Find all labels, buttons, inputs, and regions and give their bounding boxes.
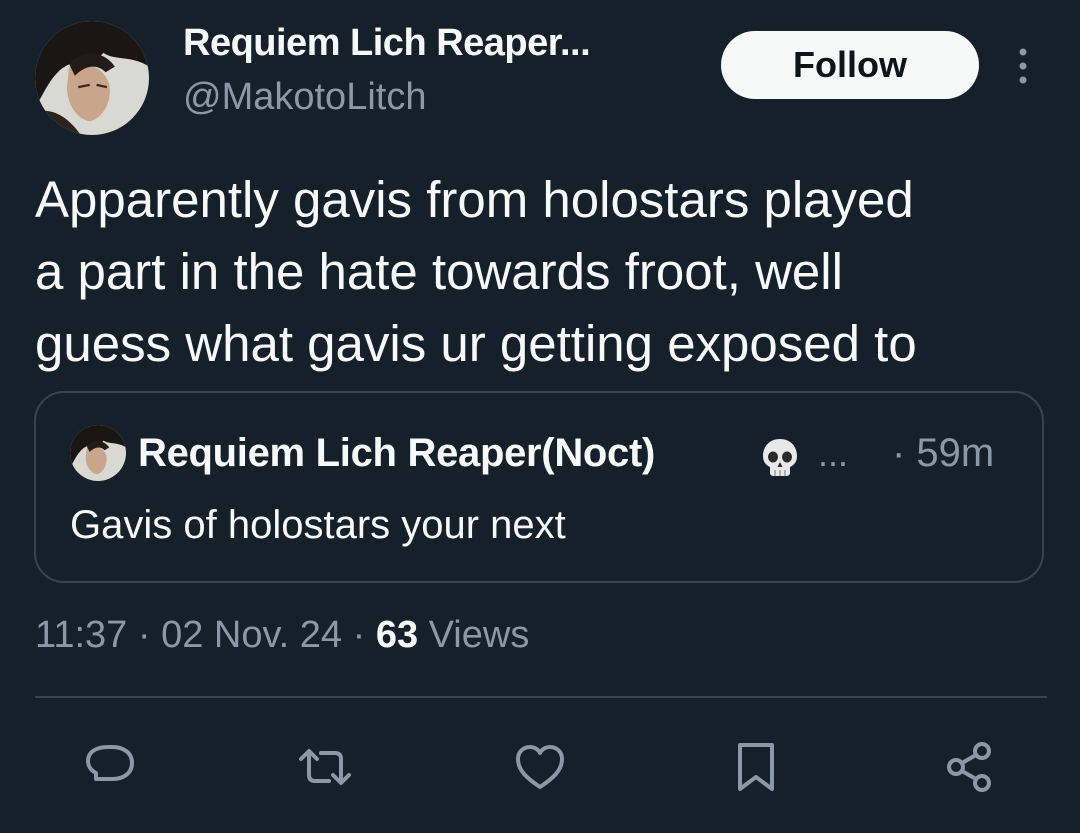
bookmark-button[interactable] bbox=[726, 737, 786, 797]
tweet-date[interactable]: 02 Nov. 24 bbox=[161, 614, 342, 656]
reply-icon bbox=[86, 745, 134, 781]
follow-button[interactable]: Follow bbox=[721, 31, 979, 99]
more-options-icon[interactable] bbox=[1008, 44, 1038, 88]
tweet-line: guess what gavis ur getting exposed to bbox=[35, 315, 917, 372]
divider bbox=[35, 696, 1047, 698]
author-handle[interactable]: @MakotoLitch bbox=[183, 76, 426, 119]
like-icon bbox=[516, 745, 564, 789]
tweet-meta: 11:37 · 02 Nov. 24 · 63 Views bbox=[35, 614, 529, 657]
avatar-image bbox=[35, 21, 149, 135]
quoted-avatar bbox=[70, 425, 126, 481]
views-label: Views bbox=[418, 614, 530, 656]
quoted-display-name: Requiem Lich Reaper(Noct) bbox=[138, 431, 656, 475]
quoted-timestamp: · 59m bbox=[892, 431, 995, 475]
share-icon bbox=[947, 742, 991, 792]
retweet-button[interactable] bbox=[295, 737, 355, 797]
tweet-line: a part in the hate towards froot, well bbox=[35, 243, 843, 300]
quoted-tweet-card[interactable]: Requiem Lich Reaper(Noct) ... · 59m Gavi… bbox=[34, 391, 1044, 583]
retweet-icon bbox=[299, 749, 351, 785]
like-button[interactable] bbox=[510, 737, 570, 797]
tweet-time[interactable]: 11:37 bbox=[35, 614, 127, 656]
reply-button[interactable] bbox=[80, 737, 140, 797]
views-count: 63 bbox=[375, 614, 419, 656]
meta-separator: · bbox=[342, 614, 376, 656]
avatar[interactable] bbox=[35, 21, 149, 135]
share-button[interactable] bbox=[940, 737, 1000, 797]
skull-icon bbox=[758, 435, 802, 479]
meta-separator: · bbox=[127, 614, 162, 656]
tweet-line: Apparently gavis from holostars played bbox=[35, 171, 914, 228]
bookmark-icon bbox=[738, 743, 774, 791]
tweet-text: Apparently gavis from holostars played a… bbox=[35, 164, 1055, 380]
author-display-name[interactable]: Requiem Lich Reaper... bbox=[183, 22, 591, 65]
quoted-text: Gavis of holostars your next bbox=[70, 503, 566, 547]
quoted-ellipsis: ... bbox=[818, 433, 849, 474]
